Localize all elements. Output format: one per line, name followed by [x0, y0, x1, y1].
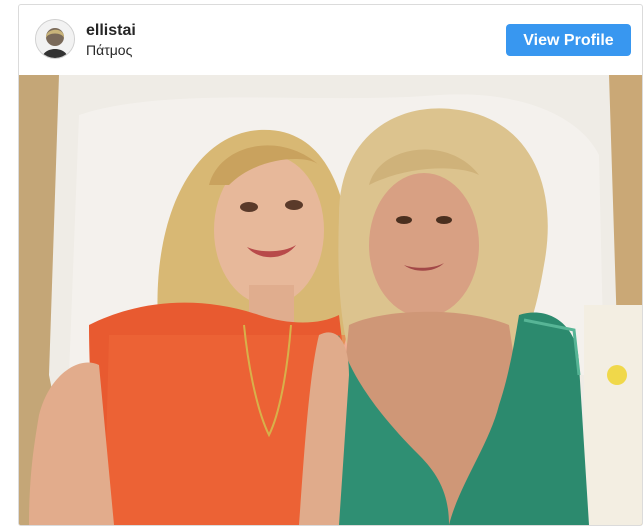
avatar[interactable] — [35, 19, 75, 59]
view-profile-button[interactable]: View Profile — [506, 24, 631, 56]
instagram-embed: ellistai Πάτμος View Profile — [18, 4, 643, 526]
post-header: ellistai Πάτμος View Profile — [19, 5, 642, 75]
photo-of-two-women — [19, 75, 642, 525]
location[interactable]: Πάτμος — [86, 42, 132, 58]
username[interactable]: ellistai — [86, 22, 136, 40]
avatar-icon — [36, 20, 74, 58]
post-photo[interactable] — [19, 75, 642, 525]
